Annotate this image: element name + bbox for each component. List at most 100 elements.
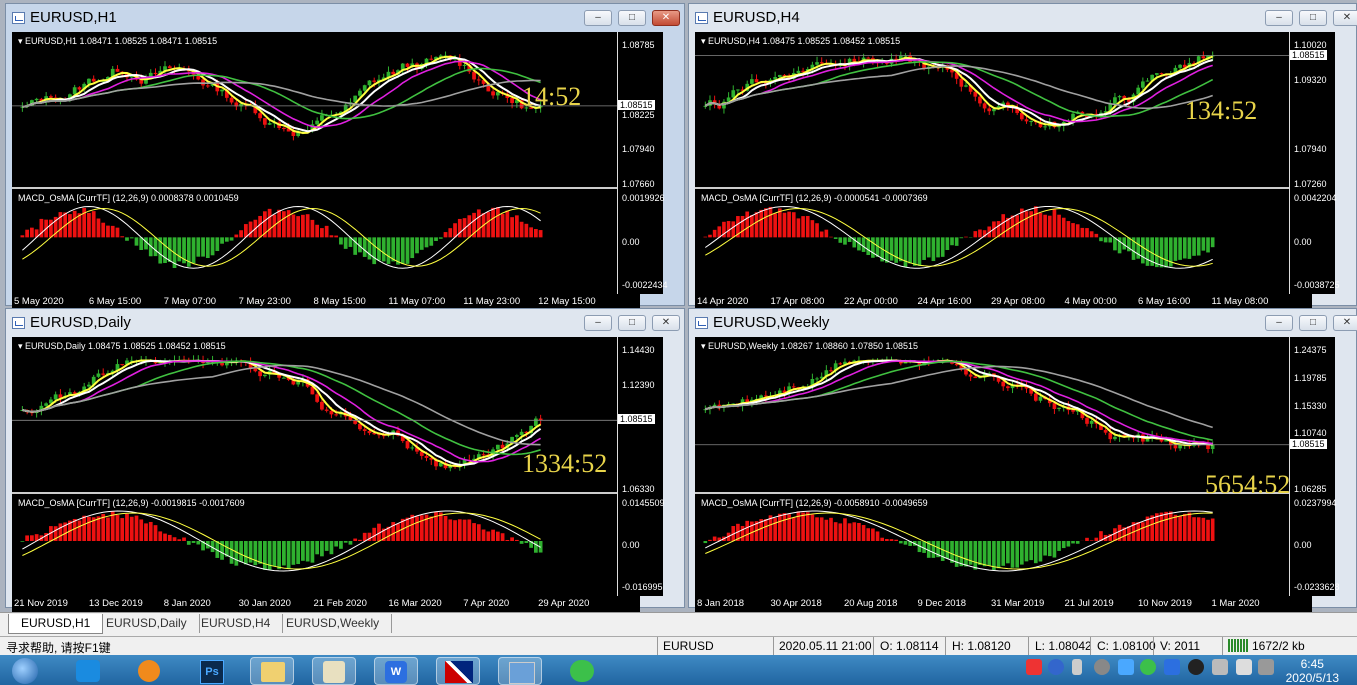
taskbar-explorer-icon[interactable] [250,657,294,685]
tray-flag-icon[interactable] [1258,659,1274,675]
taskbar-app-window-icon[interactable] [498,657,542,685]
window-titlebar[interactable]: EURUSD,Weekly – □ ✕ [689,309,1357,337]
chart-tabs-bar: EURUSD,H1 EURUSD,Daily EURUSD,H4 EURUSD,… [0,612,1357,636]
maximize-button[interactable]: □ [1299,10,1327,26]
tray-signal-icon[interactable] [1212,659,1228,675]
price-scale[interactable]: 1.08785 1.08515 1.08225 1.07940 1.07660 0.001… [617,32,668,294]
close-button[interactable]: ✕ [652,10,680,26]
taskbar-photoshop-icon[interactable]: Ps [190,657,234,685]
taskbar-clock[interactable]: 6:45 2020/5/13 [1286,657,1339,685]
price-scale[interactable]: 1.24375 1.19785 1.15330 1.10740 1.08515 1.062… [1289,337,1340,596]
taskbar-paint-icon[interactable] [312,657,356,685]
macd-histogram-bar [310,219,315,238]
macd-histogram-bar [843,518,847,541]
chart-window-weekly[interactable]: EURUSD,Weekly – □ ✕ 1.24375 1.19785 1.1533… [688,308,1357,613]
tray-sogou-icon[interactable] [1026,659,1042,675]
maximize-button[interactable]: □ [1299,315,1327,331]
chart-window-daily[interactable]: EURUSD,Daily – □ ✕ 1.144301.123901.10350… [5,308,685,613]
chart-window-h4[interactable]: EURUSD,H4 – □ ✕ 1.10020 1.09320 1.08515 1.0… [688,3,1357,311]
macd-histogram-bar [764,208,768,238]
start-button[interactable] [4,657,44,685]
price-plot[interactable] [695,337,1312,596]
candle-body [982,103,987,109]
tab-eurusd-daily[interactable]: EURUSD,Daily [94,614,200,633]
macd-histogram-bar [234,234,239,238]
macd-histogram-bar [334,541,339,547]
macd-histogram-bar [1141,237,1145,264]
candle-body [91,78,96,82]
price-plot[interactable] [695,32,1312,294]
candle-body [1038,396,1043,401]
tab-eurusd-h1[interactable]: EURUSD,H1 [8,614,104,634]
taskbar-wps-icon[interactable]: W [374,657,418,685]
chart-area[interactable]: 1.10020 1.09320 1.08515 1.07940 1.07260 0.004… [695,32,1340,311]
candle-body [220,89,224,92]
price-scale[interactable]: 1.10020 1.09320 1.08515 1.07940 1.07260 0.004… [1289,32,1340,294]
macd-histogram-bar [49,219,53,238]
candle-body [491,91,495,96]
window-titlebar[interactable]: EURUSD,H4 – □ ✕ [689,4,1357,32]
bar-countdown-timer: 134:52 [1185,95,1258,125]
tab-eurusd-weekly[interactable]: EURUSD,Weekly [274,614,393,633]
macd-histogram-bar [524,223,529,238]
candle-body [358,90,362,96]
chart-area[interactable]: 1.08785 1.08515 1.08225 1.07940 1.07660 0.001… [12,32,668,311]
macd-histogram-bar [773,517,777,541]
macd-histogram-bar [1117,237,1122,254]
macd-histogram-bar [343,541,348,543]
window-titlebar[interactable]: EURUSD,Daily – □ ✕ [6,309,684,337]
tray-wechat-icon[interactable] [1140,659,1156,675]
time-tick-label: 8 Jan 2018 [697,598,745,609]
candle-body [320,115,324,121]
candle-body [353,420,358,424]
taskbar-wechat-icon[interactable] [560,657,604,685]
status-traffic: 1672/2 kb [1252,639,1305,653]
tray-volume-icon[interactable] [1236,659,1252,675]
minimize-button[interactable]: – [1265,315,1293,331]
macd-histogram-bar [1029,541,1033,561]
macd-histogram-bar [424,237,429,248]
close-button[interactable]: ✕ [652,315,680,331]
maximize-button[interactable]: □ [618,10,646,26]
tray-help-icon[interactable] [1048,659,1064,675]
close-button[interactable]: ✕ [1333,10,1357,26]
tray-settings-icon[interactable] [1072,659,1082,675]
macd-histogram-bar [224,237,229,242]
macd-histogram-bar [1094,233,1099,238]
maximize-button[interactable]: □ [618,315,646,331]
minimize-button[interactable]: – [584,315,612,331]
tray-network-icon[interactable] [1094,659,1110,675]
macd-histogram-bar [443,232,448,238]
chart-window-icon [695,317,708,329]
candle-body [1071,410,1075,412]
tray-app-icon[interactable] [1118,659,1134,675]
tray-shield-icon[interactable] [1164,659,1180,675]
macd-histogram-bar [1103,237,1108,243]
macd-histogram-bar [239,541,243,563]
candle-body [1057,407,1061,410]
tab-eurusd-h4[interactable]: EURUSD,H4 [189,614,284,633]
candle-body [372,80,377,82]
taskbar-app-thunder-icon[interactable] [128,657,172,685]
macd-histogram-bar [329,541,334,555]
chart-area[interactable]: 1.24375 1.19785 1.15330 1.10740 1.08515 1.062… [695,337,1340,613]
window-titlebar[interactable]: EURUSD,H1 – □ ✕ [6,4,684,32]
macd-histogram-bar [805,512,810,541]
taskbar-app-lanhu-icon[interactable] [66,657,110,685]
chart-info-label: ▾ EURUSD,H1 1.08471 1.08525 1.08471 1.08… [18,36,218,46]
macd-histogram-bar [703,236,708,238]
chart-area[interactable]: 1.144301.123901.103501.085151.063300.014… [12,337,665,613]
minimize-button[interactable]: – [1265,10,1293,26]
candle-body [829,370,833,372]
current-price-label: 1.08515 [618,414,655,425]
chart-window-h1[interactable]: EURUSD,H1 – □ ✕ 1.08785 1.08515 1.08225 1.0… [5,3,685,311]
macd-histogram-bar [833,237,838,239]
macd-histogram-bar [871,528,875,541]
close-button[interactable]: ✕ [1333,315,1357,331]
tray-qq-icon[interactable] [1188,659,1204,675]
price-plot[interactable] [12,32,640,294]
macd-histogram-bar [486,212,491,238]
minimize-button[interactable]: – [584,10,612,26]
taskbar-metatrader-icon[interactable] [436,657,480,685]
price-scale[interactable]: 1.144301.123901.103501.085151.063300.014… [617,337,665,596]
